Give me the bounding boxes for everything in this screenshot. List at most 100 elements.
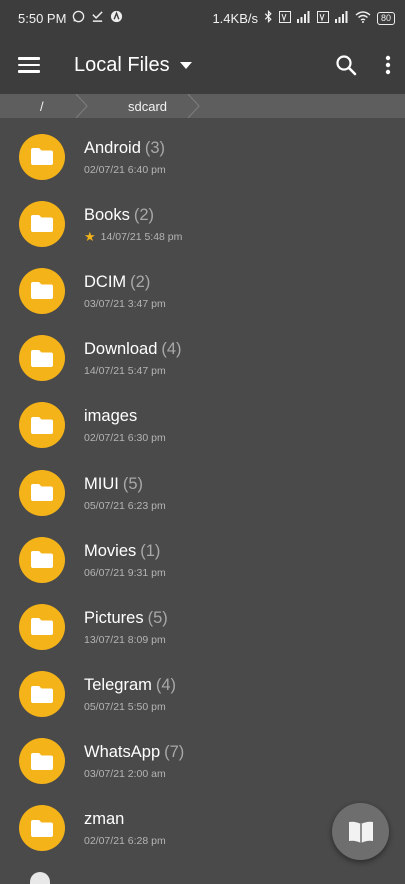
breadcrumb-root-label: / [40,98,44,114]
app-icon [110,10,123,26]
dropdown-arrow-icon [179,61,192,69]
item-count: (7) [164,743,185,762]
folder-name: Books [84,205,130,224]
folder-name-line: zman [84,809,166,829]
list-item-text: DCIM (2) 03/07/21 3:47 pm [84,272,166,310]
folder-icon [19,200,65,247]
item-count: (1) [140,541,161,560]
volte-icon [278,10,291,26]
status-bar: 5:50 PM 1.4KB/s 80 [0,0,405,36]
folder-name-line: DCIM (2) [84,272,166,292]
file-list: Android (3) 02/07/21 6:40 pm Books (2) ★ 14/07… [0,118,405,862]
folder-icon [19,469,65,516]
list-item[interactable]: Download (4) 14/07/21 5:47 pm [0,325,405,392]
whatsapp-icon [72,10,85,26]
item-count: (3) [144,138,166,157]
list-item[interactable]: images 02/07/21 6:30 pm [0,392,405,459]
list-item-text: zman 02/07/21 6:28 pm [84,809,166,847]
breadcrumb-root[interactable]: / [0,94,90,118]
list-item[interactable]: Telegram (4) 05/07/21 5:50 pm [0,661,405,728]
list-item[interactable]: Android (3) 02/07/21 6:40 pm [0,123,405,190]
item-count: (2) [133,205,155,224]
list-item[interactable]: DCIM (2) 03/07/21 3:47 pm [0,257,405,324]
modified-date: 14/07/21 5:48 pm [100,230,183,243]
folder-date-line: 02/07/21 6:40 pm [84,164,166,176]
list-item[interactable]: Movies (1) 06/07/21 9:31 pm [0,526,405,593]
folder-icon [19,536,65,583]
folder-name-line: Pictures (5) [84,608,168,628]
modified-date: 05/07/21 6:23 pm [84,499,166,512]
folder-name: Pictures [84,608,144,627]
item-count: (5) [147,608,168,627]
list-item-text: images 02/07/21 6:30 pm [84,406,166,444]
status-bar-right: 1.4KB/s 80 [212,9,395,26]
folder-name-line: MIUI (5) [84,474,166,494]
list-item-text: WhatsApp (7) 03/07/21 2:00 am [84,742,184,780]
location-dropdown[interactable]: Local Files [74,54,335,77]
folder-date-line: 13/07/21 8:09 pm [84,634,168,646]
list-item-text: Telegram (4) 05/07/21 5:50 pm [84,675,176,713]
folder-date-line: 14/07/21 5:47 pm [84,365,182,377]
signal-icon [296,10,311,26]
network-speed: 1.4KB/s [212,10,258,26]
modified-date: 02/07/21 6:28 pm [84,835,166,848]
more-vert-icon[interactable] [385,55,391,75]
bluetooth-icon [264,9,273,26]
folder-date-line: 03/07/21 2:00 am [84,768,184,780]
folder-icon [19,603,65,650]
folder-name-line: WhatsApp (7) [84,742,184,762]
status-time: 5:50 PM [18,10,67,26]
open-book-icon [348,821,373,843]
folder-name-line: Download (4) [84,339,182,359]
partial-list-item [30,872,50,884]
breadcrumb: / sdcard [0,94,405,118]
list-item-text: Movies (1) 06/07/21 9:31 pm [84,541,166,579]
modified-date: 03/07/21 3:47 pm [84,297,166,310]
folder-name: Telegram [84,676,152,695]
list-item[interactable]: Pictures (5) 13/07/21 8:09 pm [0,593,405,660]
folder-name: WhatsApp [84,743,161,762]
modified-date: 02/07/21 6:40 pm [84,163,166,176]
folder-name: images [84,407,138,426]
search-icon[interactable] [335,54,357,76]
list-item-text: Android (3) 02/07/21 6:40 pm [84,138,166,176]
item-count: (4) [161,340,182,359]
folder-icon [19,335,65,382]
list-item-text: Download (4) 14/07/21 5:47 pm [84,339,182,377]
modified-date: 14/07/21 5:47 pm [84,365,166,378]
folder-date-line: 05/07/21 6:23 pm [84,500,166,512]
modified-date: 03/07/21 2:00 am [84,768,166,781]
folder-name-line: images [84,406,166,426]
list-item-text: MIUI (5) 05/07/21 6:23 pm [84,474,166,512]
open-book-fab[interactable] [332,803,389,860]
item-count: (4) [155,676,177,695]
list-item[interactable]: MIUI (5) 05/07/21 6:23 pm [0,459,405,526]
page-title: Local Files [74,53,170,76]
volte-icon-2 [316,10,329,26]
app-bar: Local Files [0,36,405,94]
folder-date-line: 03/07/21 3:47 pm [84,298,166,310]
list-item[interactable]: WhatsApp (7) 03/07/21 2:00 am [0,728,405,795]
folder-date-line: 02/07/21 6:30 pm [84,432,166,444]
folder-name-line: Telegram (4) [84,675,176,695]
list-item[interactable]: Books (2) ★ 14/07/21 5:48 pm [0,190,405,257]
download-done-icon [91,10,104,26]
modified-date: 06/07/21 9:31 pm [84,566,166,579]
breadcrumb-chevron-icon [75,94,88,118]
folder-date-line: 02/07/21 6:28 pm [84,835,166,847]
folder-icon [19,133,65,180]
star-icon: ★ [84,228,96,244]
breadcrumb-sdcard[interactable]: sdcard [90,94,202,118]
status-bar-left: 5:50 PM [18,10,123,26]
folder-name-line: Android (3) [84,138,166,158]
folder-name: MIUI [84,474,119,493]
folder-date-line: ★ 14/07/21 5:48 pm [84,228,183,244]
hamburger-menu-icon[interactable] [18,53,40,77]
item-count: (2) [130,272,151,291]
list-item-text: Books (2) ★ 14/07/21 5:48 pm [84,205,182,243]
item-count: (5) [122,474,144,493]
wifi-icon [355,10,371,26]
folder-icon [19,267,65,314]
folder-icon [19,671,65,718]
battery-icon: 80 [376,11,395,25]
